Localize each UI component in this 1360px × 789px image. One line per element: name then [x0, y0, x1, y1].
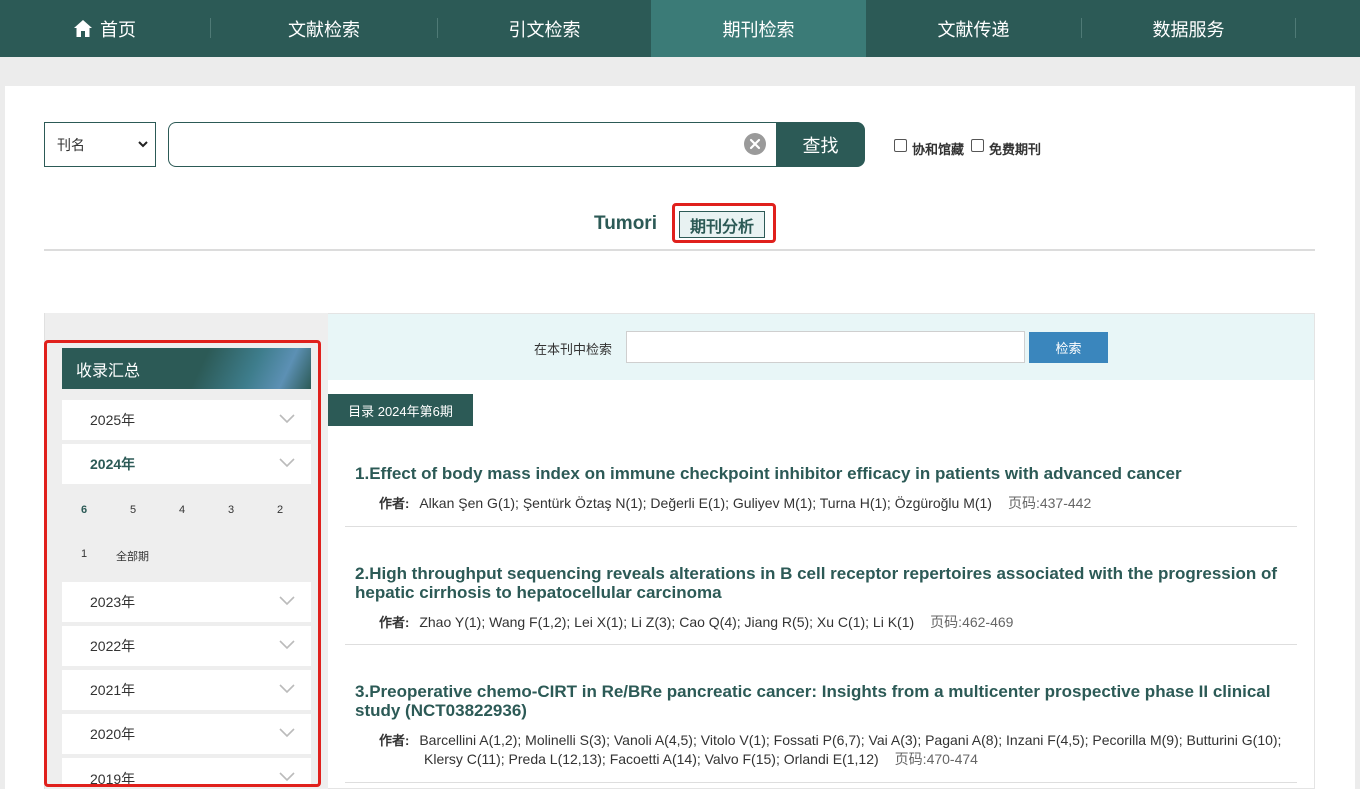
toc-issue-label: 目录 2024年第6期: [328, 394, 473, 426]
article-authors: Alkan Şen G(1); Şentürk Öztaş N(1); Değe…: [419, 495, 992, 511]
article-title-text: Preoperative chemo-CIRT in Re/BRe pancre…: [355, 682, 1271, 720]
nav-label: 引文检索: [508, 19, 581, 40]
top-nav: 首页 文献检索 引文检索 期刊检索 文献传递 数据服务: [0, 0, 1360, 57]
chevron-down-icon: [138, 141, 148, 148]
nav-label: 数据服务: [1152, 19, 1225, 40]
article-pages: 437-442: [1039, 495, 1092, 511]
article-number: 2.: [355, 564, 370, 583]
nav-citation-search[interactable]: 引文检索: [438, 0, 651, 57]
article-number: 3.: [355, 682, 370, 701]
nav-document-delivery[interactable]: 文献传递: [866, 0, 1081, 57]
nav-label: 文献检索: [288, 19, 360, 40]
nav-data-services[interactable]: 数据服务: [1082, 0, 1295, 57]
in-journal-search-button[interactable]: 检索: [1029, 332, 1108, 363]
article-pages: 462-469: [962, 614, 1014, 630]
in-journal-search-input[interactable]: [626, 331, 1025, 363]
nav-home-label: 首页: [100, 19, 136, 40]
article-title[interactable]: 2.High throughput sequencing reveals alt…: [355, 564, 1285, 602]
article-meta: 作者: Barcellini A(1,2); Molinelli S(3); Va…: [379, 731, 1294, 769]
divider: [345, 526, 1297, 527]
article-title-text: Effect of body mass index on immune chec…: [369, 464, 1182, 483]
holdings-checkbox-label: 协和馆藏: [912, 142, 965, 157]
article-title[interactable]: 3.Preoperative chemo-CIRT in Re/BRe panc…: [355, 682, 1285, 720]
free-journal-checkbox[interactable]: [971, 139, 984, 152]
pages-label: 页码:: [1007, 495, 1040, 511]
highlight-outline: [44, 340, 321, 787]
nav-journal-search[interactable]: 期刊检索: [651, 0, 866, 57]
pages-label: 页码:: [894, 751, 927, 767]
divider: [44, 249, 1315, 251]
nav-literature-search[interactable]: 文献检索: [211, 0, 437, 57]
free-journal-checkbox-label: 免费期刊: [989, 142, 1042, 157]
search-field-value: 刊名: [57, 136, 85, 153]
nav-label: 文献传递: [937, 19, 1010, 40]
article-meta: 作者: Zhao Y(1); Wang F(1,2); Lei X(1); Li …: [379, 613, 1294, 632]
article-authors: Zhao Y(1); Wang F(1,2); Lei X(1); Li Z(3…: [419, 614, 915, 630]
article-meta: 作者: Alkan Şen G(1); Şentürk Öztaş N(1); D…: [379, 494, 1294, 513]
nav-home[interactable]: 首页: [0, 0, 210, 57]
journal-analysis-button[interactable]: 期刊分析: [679, 211, 765, 238]
pages-label: 页码:: [930, 614, 963, 630]
article-number: 1.: [355, 464, 370, 483]
author-label: 作者:: [379, 615, 410, 630]
journal-search-input[interactable]: [168, 122, 780, 167]
clear-icon[interactable]: [744, 133, 766, 155]
holdings-checkbox[interactable]: [894, 139, 907, 152]
article-title-text: High throughput sequencing reveals alter…: [355, 564, 1277, 602]
divider: [345, 644, 1297, 645]
nav-label: 期刊检索: [722, 19, 795, 40]
search-button[interactable]: 查找: [776, 122, 865, 167]
article-pages: 470-474: [926, 751, 978, 767]
article-authors: Barcellini A(1,2); Molinelli S(3); Vanol…: [419, 732, 1282, 767]
journal-title: Tumori: [594, 213, 657, 234]
author-label: 作者:: [379, 496, 410, 511]
search-field-select[interactable]: 刊名: [44, 122, 156, 167]
in-journal-search-label: 在本刊中检索: [534, 342, 613, 357]
divider: [345, 782, 1297, 783]
home-icon: [74, 20, 92, 37]
article-title[interactable]: 1.Effect of body mass index on immune ch…: [355, 464, 1285, 483]
author-label: 作者:: [379, 733, 410, 748]
